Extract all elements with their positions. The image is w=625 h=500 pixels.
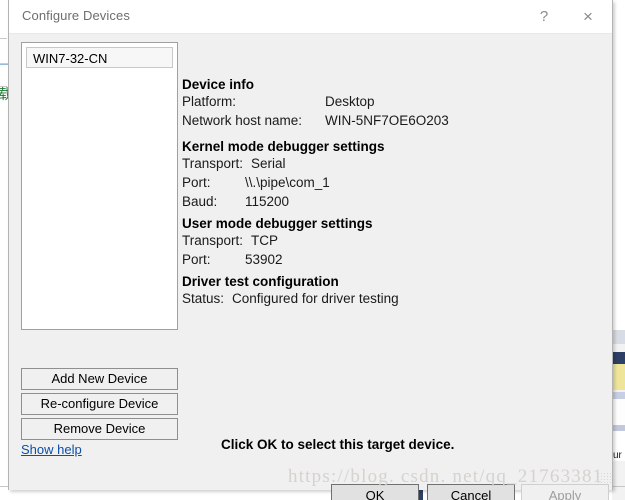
dialog-title: Configure Devices — [22, 8, 130, 23]
add-new-device-button[interactable]: Add New Device — [21, 368, 178, 390]
user-transport-row: Transport: TCP — [182, 231, 373, 250]
network-host-name-label: Network host name: — [182, 111, 325, 130]
driver-test-configuration-section: Driver test configuration Status: Config… — [182, 274, 399, 308]
driver-test-heading: Driver test configuration — [182, 274, 399, 289]
device-info-heading: Device info — [182, 77, 449, 92]
remove-device-button[interactable]: Remove Device — [21, 418, 178, 440]
background-band-grey — [612, 330, 625, 344]
kernel-transport-value: Serial — [251, 154, 286, 173]
show-help-link[interactable]: Show help — [21, 442, 82, 457]
background-blue-text-fragment: — — [0, 56, 8, 72]
dialog-body: WIN7-32-CN Add New Device Re-configure D… — [9, 34, 612, 490]
kernel-baud-label: Baud: — [182, 192, 245, 211]
driver-status-value: Configured for driver testing — [232, 289, 399, 308]
reconfigure-device-button[interactable]: Re-configure Device — [21, 393, 178, 415]
prompt-text: Click OK to select this target device. — [221, 437, 454, 452]
device-list[interactable]: WIN7-32-CN — [21, 42, 178, 330]
configure-devices-dialog: Configure Devices ? × WIN7-32-CN Add New… — [8, 0, 613, 490]
network-host-name-row: Network host name: WIN-5NF7OE6O203 — [182, 111, 449, 130]
driver-status-label: Status: — [182, 289, 224, 308]
close-icon[interactable]: × — [566, 0, 610, 32]
dialog-title-bar: Configure Devices ? × — [9, 0, 612, 34]
background-band-lavender — [612, 392, 625, 399]
kernel-mode-heading: Kernel mode debugger settings — [182, 139, 385, 154]
background-band-navy — [612, 352, 625, 364]
apply-button: Apply — [521, 484, 609, 500]
kernel-port-label: Port: — [182, 173, 245, 192]
background-green-text-fragment: 载 — [0, 84, 8, 102]
ok-button[interactable]: OK — [331, 484, 419, 500]
help-icon[interactable]: ? — [522, 0, 566, 32]
background-left-divider — [0, 38, 7, 39]
kernel-transport-row: Transport: Serial — [182, 154, 385, 173]
kernel-baud-value: 115200 — [245, 192, 289, 211]
device-info-section: Device info Platform: Desktop Network ho… — [182, 77, 449, 130]
background-band-white — [612, 399, 625, 425]
platform-row: Platform: Desktop — [182, 92, 449, 111]
device-list-item-win7-32-cn[interactable]: WIN7-32-CN — [26, 47, 173, 68]
user-port-row: Port: 53902 — [182, 250, 373, 269]
driver-status-row: Status: Configured for driver testing — [182, 289, 399, 308]
user-mode-heading: User mode debugger settings — [182, 216, 373, 231]
kernel-port-row: Port: \\.\pipe\com_1 — [182, 173, 385, 192]
screen: — 载 ur Configure Devices ? × WIN7-32-CN … — [0, 0, 625, 500]
background-left-strip — [0, 0, 8, 500]
background-right-text-fragment: ur — [613, 450, 625, 461]
kernel-baud-row: Baud: 115200 — [182, 192, 385, 211]
kernel-mode-debugger-section: Kernel mode debugger settings Transport:… — [182, 139, 385, 211]
cancel-button[interactable]: Cancel — [427, 484, 515, 500]
kernel-port-value: \\.\pipe\com_1 — [245, 173, 330, 192]
user-mode-debugger-section: User mode debugger settings Transport: T… — [182, 216, 373, 269]
kernel-transport-label: Transport: — [182, 154, 243, 173]
user-transport-value: TCP — [251, 231, 278, 250]
user-port-value: 53902 — [245, 250, 283, 269]
background-band-yellow — [612, 364, 625, 390]
user-port-label: Port: — [182, 250, 245, 269]
platform-value: Desktop — [325, 92, 375, 111]
user-transport-label: Transport: — [182, 231, 243, 250]
platform-label: Platform: — [182, 92, 325, 111]
network-host-name-value: WIN-5NF7OE6O203 — [325, 111, 449, 130]
